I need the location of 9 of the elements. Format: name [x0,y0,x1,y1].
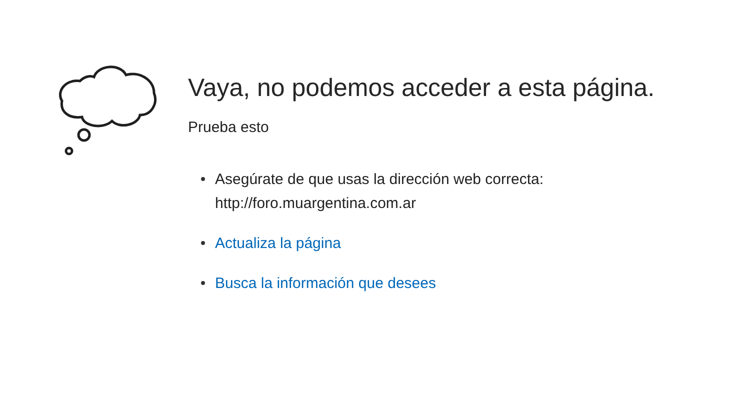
suggestion-text: Asegúrate de que usas la dirección web correcta: [215,170,544,190]
page-heading: Vaya, no podemos acceder a esta página. [188,73,655,104]
suggestion-text: http://foro.muargentina.com.ar [215,194,417,214]
bullet-icon [201,280,205,284]
bullet-icon [201,176,205,180]
bullet-icon [201,240,205,244]
subheading: Prueba esto [188,118,270,138]
suggestion-link[interactable]: Busca la información que desees [215,272,436,296]
suggestion-link[interactable]: Actualiza la página [215,232,341,256]
